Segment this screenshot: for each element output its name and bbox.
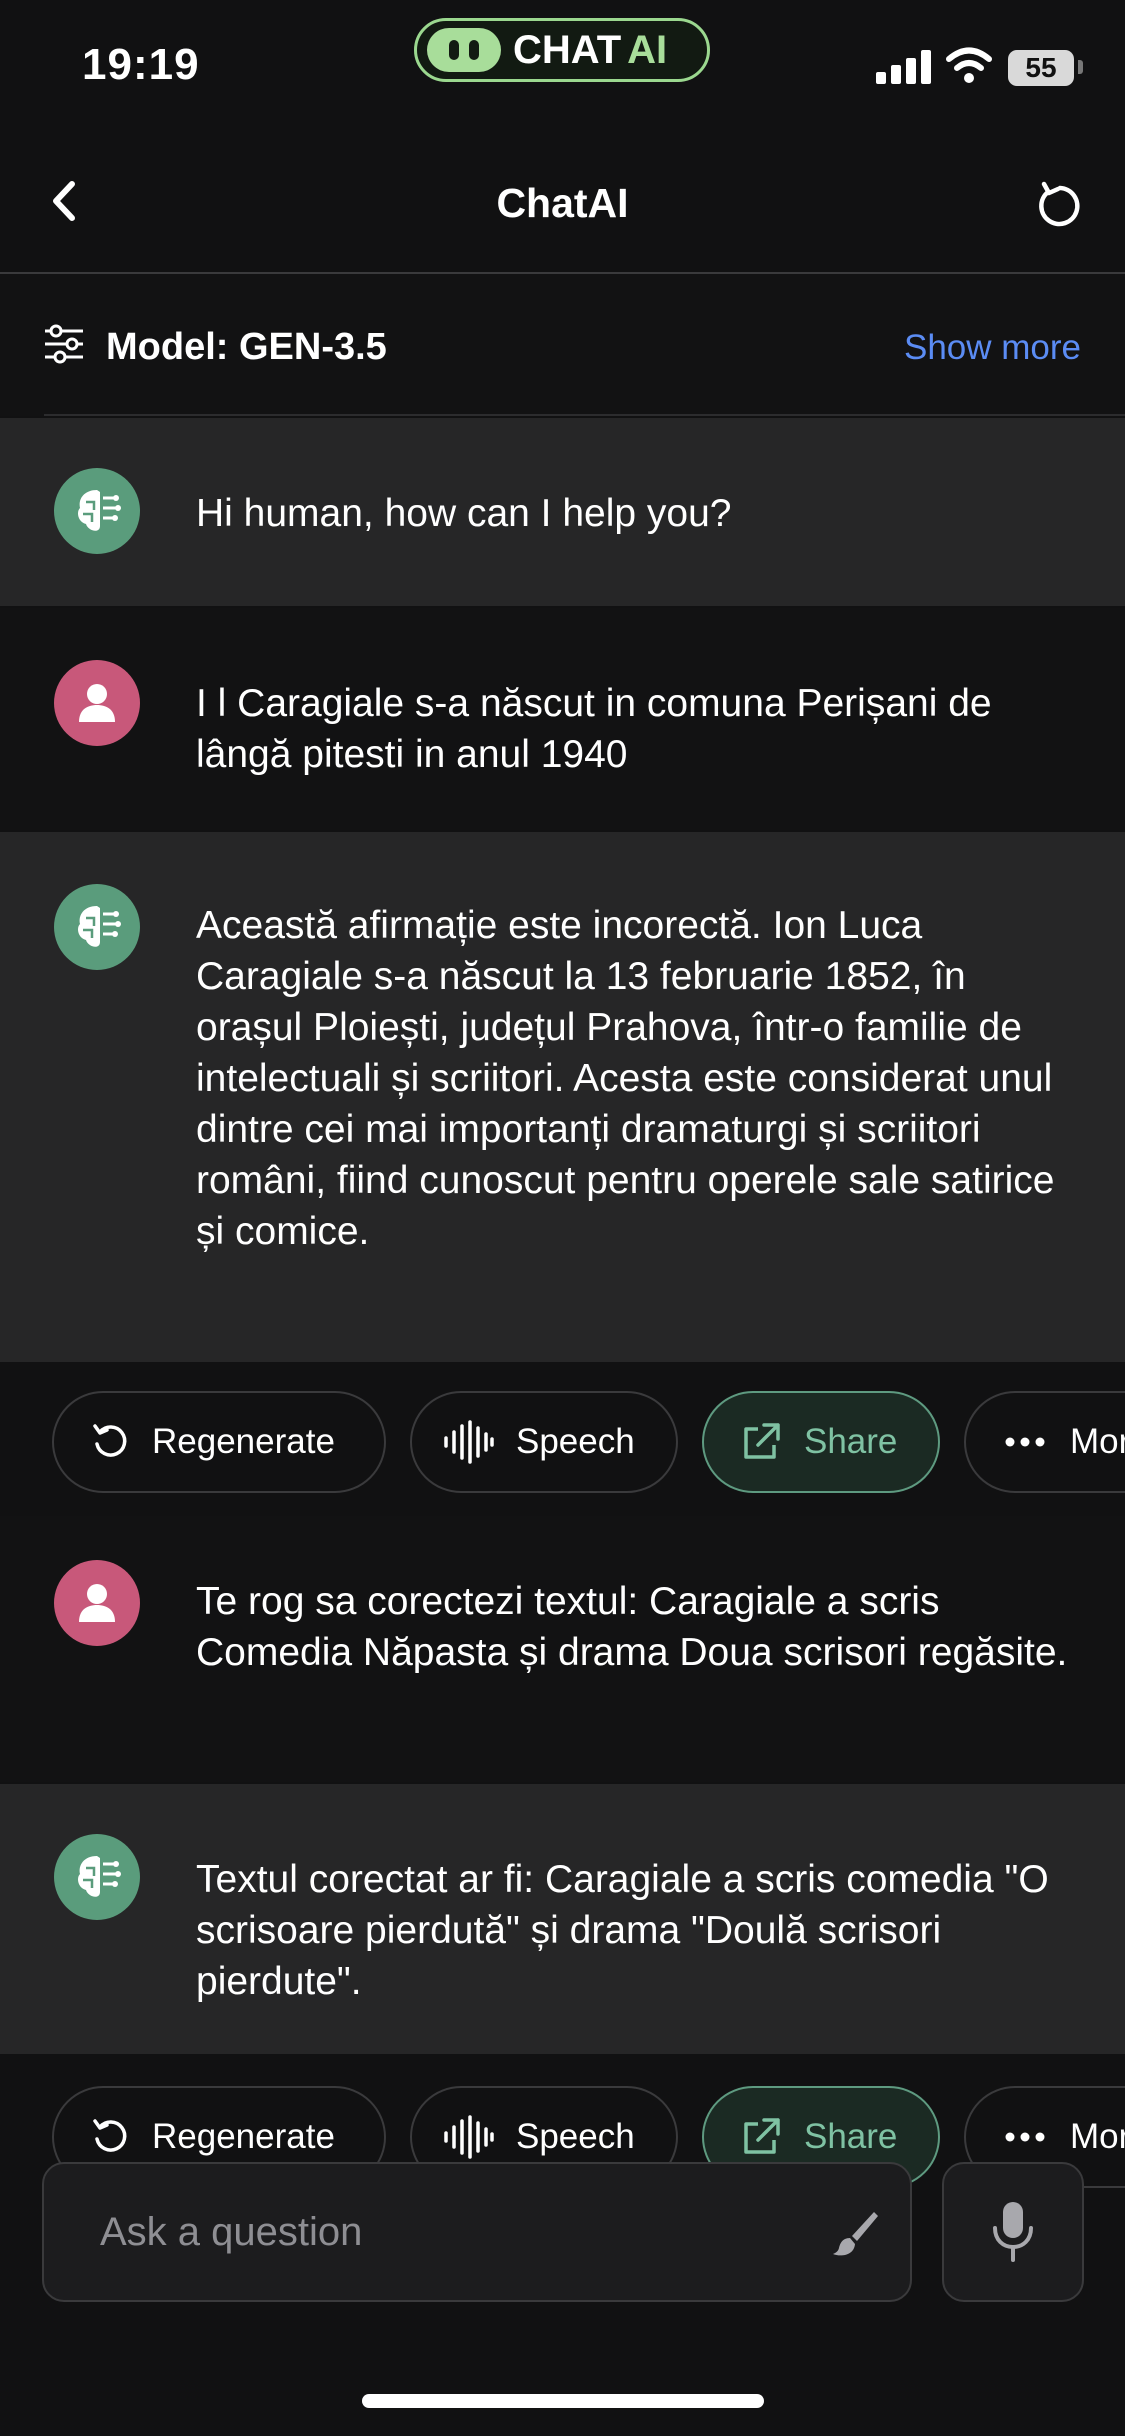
share-icon (740, 1421, 782, 1463)
bot-avatar-icon (54, 468, 140, 554)
battery-cap (1078, 60, 1083, 74)
model-bar: Model: GEN-3.5 Show more (0, 274, 1125, 416)
refresh-icon[interactable] (1034, 180, 1086, 232)
more-button[interactable]: More (964, 1391, 1125, 1493)
show-more-link[interactable]: Show more (904, 328, 1081, 368)
home-indicator (362, 2394, 764, 2408)
more-dots-icon (1004, 1436, 1046, 1448)
app-pill-label: CHAT AI (513, 27, 668, 72)
regenerate-label: Regenerate (152, 2117, 335, 2156)
page-title: ChatAI (496, 180, 629, 226)
share-button[interactable]: Share (702, 1391, 940, 1493)
speech-label: Speech (516, 1422, 635, 1461)
brush-icon[interactable] (830, 2208, 880, 2258)
status-bar: 19:19 CHAT AI 55 (0, 0, 1125, 130)
message-text: Această afirmație este incorectă. Ion Lu… (196, 904, 1055, 1253)
chat-logo-icon (427, 28, 501, 72)
chat-screen: 19:19 CHAT AI 55 ChatAI Model: GEN-3.5 S… (0, 0, 1125, 2436)
share-label: Share (804, 2117, 898, 2156)
nav-bar: ChatAI (0, 130, 1125, 274)
assistant-message: Textul corectat ar fi: Caragiale a scris… (0, 1784, 1125, 2054)
status-icons: 55 (876, 46, 1106, 90)
message-actions: Regenerate Speech Share More (0, 1391, 1125, 1501)
divider (44, 414, 1125, 416)
microphone-button[interactable] (942, 2162, 1084, 2302)
waveform-icon (442, 1420, 494, 1464)
bot-avatar-icon (54, 884, 140, 970)
bot-avatar-icon (54, 1834, 140, 1920)
user-avatar-icon (54, 660, 140, 746)
battery-icon: 55 (1008, 50, 1074, 86)
more-label: More (1070, 1422, 1125, 1461)
waveform-icon (442, 2115, 494, 2159)
share-label: Share (804, 1422, 898, 1461)
message-text: I l Caragiale s-a născut in comuna Periș… (196, 682, 992, 776)
microphone-icon (993, 2202, 1033, 2262)
input-placeholder: Ask a question (100, 2210, 363, 2254)
more-dots-icon (1004, 2131, 1046, 2143)
more-label: More (1070, 2117, 1125, 2156)
sliders-icon[interactable] (42, 322, 86, 366)
message-text: Te rog sa corectezi textul: Caragiale a … (196, 1580, 1068, 1674)
share-icon (740, 2116, 782, 2158)
regenerate-icon (90, 2117, 130, 2157)
question-input[interactable]: Ask a question (42, 2162, 912, 2302)
model-label[interactable]: Model: GEN-3.5 (106, 326, 387, 369)
regenerate-icon (90, 1422, 130, 1462)
user-message: Te rog sa corectezi textul: Caragiale a … (0, 1516, 1125, 1782)
app-pill[interactable]: CHAT AI (414, 18, 710, 82)
wifi-icon (946, 47, 992, 83)
message-text: Hi human, how can I help you? (196, 492, 732, 535)
regenerate-label: Regenerate (152, 1422, 335, 1461)
assistant-message: Hi human, how can I help you? (0, 418, 1125, 606)
signal-icon (876, 50, 932, 84)
user-avatar-icon (54, 1560, 140, 1646)
regenerate-button[interactable]: Regenerate (52, 1391, 386, 1493)
speech-label: Speech (516, 2117, 635, 2156)
status-time: 19:19 (82, 40, 200, 89)
message-text: Textul corectat ar fi: Caragiale a scris… (196, 1858, 1049, 2003)
assistant-message: Această afirmație este incorectă. Ion Lu… (0, 832, 1125, 1362)
speech-button[interactable]: Speech (410, 1391, 678, 1493)
user-message: I l Caragiale s-a născut in comuna Periș… (0, 608, 1125, 830)
